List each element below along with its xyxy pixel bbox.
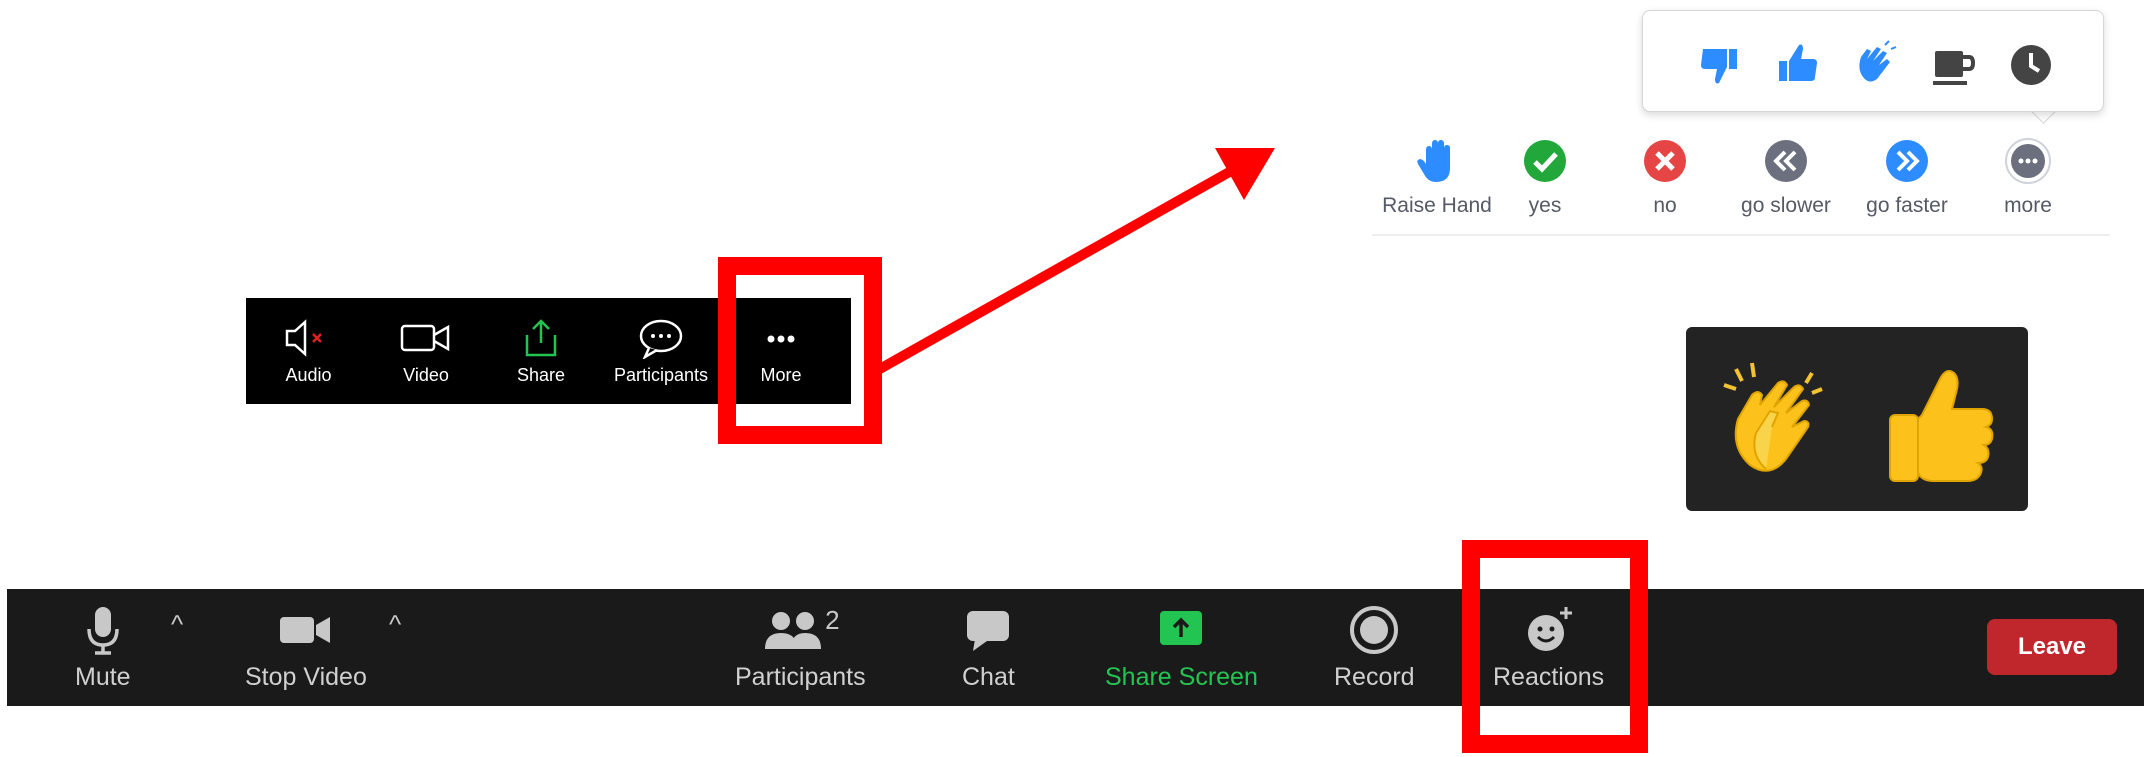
pointer-arrow bbox=[875, 148, 1275, 375]
no-label: no bbox=[1653, 194, 1677, 217]
microphone-icon bbox=[87, 607, 119, 655]
coffee-icon[interactable] bbox=[1927, 39, 1979, 91]
video-label: Video bbox=[403, 364, 449, 385]
chat-bubble-icon bbox=[967, 611, 1010, 651]
record-label: Record bbox=[1334, 663, 1415, 691]
audio-button[interactable]: Audio bbox=[246, 298, 371, 404]
go-slower-label: go slower bbox=[1741, 194, 1831, 217]
thumbs-up-emoji-icon bbox=[1889, 370, 1994, 482]
rewind-icon bbox=[1765, 140, 1807, 182]
participants-button[interactable]: Participants bbox=[601, 298, 721, 404]
audio-options-caret-icon[interactable]: ^ bbox=[171, 609, 183, 640]
chat-label: Chat bbox=[962, 663, 1015, 691]
mute-label: Mute bbox=[75, 663, 131, 691]
share-upload-icon bbox=[525, 318, 557, 356]
share-screen-button[interactable]: Share Screen bbox=[1105, 603, 1258, 692]
clapping-hands-icon[interactable] bbox=[1849, 39, 1901, 91]
record-icon bbox=[1350, 606, 1399, 654]
participants-label: Participants bbox=[735, 663, 866, 691]
share-screen-label: Share Screen bbox=[1105, 663, 1258, 691]
video-button[interactable]: Video bbox=[371, 298, 481, 404]
mute-button[interactable]: Mute bbox=[75, 603, 131, 692]
participants-button[interactable]: 2 Participants bbox=[735, 603, 866, 692]
video-camera-icon bbox=[400, 324, 450, 351]
reactions-highlight-box bbox=[1462, 540, 1648, 753]
fast-forward-icon bbox=[1886, 140, 1928, 182]
raise-hand-label: Raise Hand bbox=[1382, 194, 1492, 217]
no-button[interactable]: no bbox=[1600, 138, 1730, 218]
raise-hand-icon bbox=[1417, 140, 1450, 182]
desktop-meeting-toolbar: Mute ^ Stop Video ^ 2 Participants Chat bbox=[7, 589, 2144, 706]
check-icon bbox=[1524, 140, 1566, 182]
thumbs-down-icon[interactable] bbox=[1693, 39, 1745, 91]
more-reactions-label: more bbox=[2004, 194, 2052, 217]
go-faster-label: go faster bbox=[1866, 194, 1948, 217]
more-reactions-button[interactable]: more bbox=[1963, 138, 2093, 218]
chat-bubble-icon bbox=[639, 319, 683, 359]
x-icon bbox=[1644, 140, 1686, 182]
stop-video-button[interactable]: Stop Video bbox=[245, 603, 367, 692]
share-button[interactable]: Share bbox=[481, 298, 601, 404]
nonverbal-feedback-bar: Raise Hand yes no go slower go faster mo… bbox=[1372, 130, 2110, 236]
chat-button[interactable]: Chat bbox=[962, 603, 1015, 692]
participants-icon bbox=[765, 612, 822, 649]
clock-icon[interactable] bbox=[2005, 39, 2057, 91]
leave-meeting-button[interactable]: Leave bbox=[1987, 619, 2117, 675]
share-screen-icon bbox=[1160, 611, 1203, 645]
more-highlight-box bbox=[718, 257, 882, 444]
video-camera-icon bbox=[279, 617, 330, 643]
reaction-preview-tile bbox=[1686, 327, 2028, 511]
participants-count: 2 bbox=[825, 605, 840, 635]
participants-label: Participants bbox=[613, 364, 709, 385]
go-slower-button[interactable]: go slower bbox=[1721, 138, 1851, 218]
clapping-hands-emoji-icon bbox=[1723, 362, 1823, 472]
share-label: Share bbox=[516, 364, 566, 385]
go-faster-button[interactable]: go faster bbox=[1842, 138, 1972, 218]
thumbs-up-icon[interactable] bbox=[1771, 39, 1823, 91]
video-options-caret-icon[interactable]: ^ bbox=[389, 609, 401, 640]
speaker-muted-icon bbox=[285, 318, 322, 357]
yes-button[interactable]: yes bbox=[1480, 138, 1610, 218]
audio-label: Audio bbox=[285, 364, 332, 385]
emoji-reactions-popup bbox=[1642, 10, 2104, 112]
stop-video-label: Stop Video bbox=[245, 663, 367, 691]
record-button[interactable]: Record bbox=[1334, 603, 1415, 692]
ellipsis-circle-icon bbox=[2005, 138, 2051, 184]
yes-label: yes bbox=[1528, 194, 1562, 217]
